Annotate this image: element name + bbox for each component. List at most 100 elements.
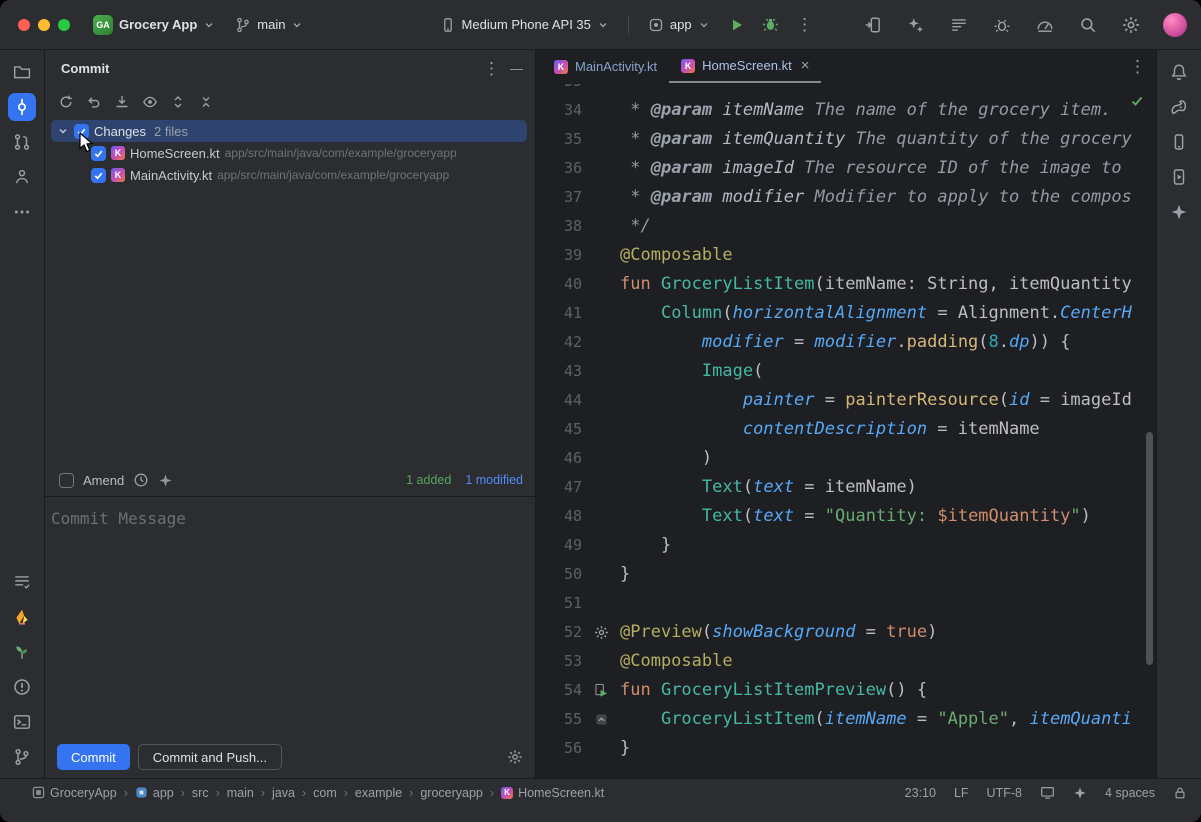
- device-mirror-button[interactable]: [859, 11, 887, 39]
- line-number[interactable]: 34: [536, 96, 582, 125]
- profiler-button[interactable]: [1031, 11, 1059, 39]
- commit-button[interactable]: Commit: [57, 744, 130, 770]
- line-number[interactable]: 44: [536, 386, 582, 415]
- line-number[interactable]: 41: [536, 299, 582, 328]
- ai-assistant-button[interactable]: [902, 11, 930, 39]
- close-window-button[interactable]: [18, 19, 30, 31]
- breadcrumb-item[interactable]: app: [135, 786, 174, 800]
- commit-tool-button[interactable]: [8, 93, 36, 121]
- editor-scrollbar[interactable]: [1146, 432, 1153, 665]
- todo-tool-button[interactable]: [8, 568, 36, 596]
- device-manager-tool-button[interactable]: [1165, 128, 1193, 156]
- problems-tool-button[interactable]: [8, 673, 36, 701]
- pull-requests-tool-button[interactable]: [8, 128, 36, 156]
- line-number[interactable]: 42: [536, 328, 582, 357]
- commit-message-input[interactable]: Commit Message: [45, 496, 535, 736]
- line-number[interactable]: 35: [536, 125, 582, 154]
- line-number[interactable]: 54: [536, 676, 582, 705]
- minimize-window-button[interactable]: [38, 19, 50, 31]
- readonly-lock-icon[interactable]: [1173, 786, 1187, 800]
- debug-button[interactable]: [757, 11, 785, 39]
- shelve-changes-button[interactable]: [109, 90, 135, 114]
- avatar[interactable]: [1163, 13, 1187, 37]
- code-editor[interactable]: 3334 * @param itemName The name of the g…: [536, 84, 1156, 778]
- commit-options-button[interactable]: [507, 749, 523, 765]
- file-checkbox[interactable]: [91, 168, 106, 183]
- breadcrumb-item[interactable]: KHomeScreen.kt: [501, 786, 604, 800]
- breadcrumb-item[interactable]: com: [313, 786, 337, 800]
- run-button[interactable]: [723, 11, 751, 39]
- amend-checkbox[interactable]: [59, 473, 74, 488]
- line-number[interactable]: 33: [536, 84, 582, 96]
- app-links-assistant-tool-button[interactable]: [8, 638, 36, 666]
- running-devices-tool-button[interactable]: [1165, 163, 1193, 191]
- line-number[interactable]: 50: [536, 560, 582, 589]
- breadcrumb-item[interactable]: java: [272, 786, 295, 800]
- line-number[interactable]: 43: [536, 357, 582, 386]
- changed-file-row[interactable]: K MainActivity.kt app/src/main/java/com/…: [51, 164, 527, 186]
- tab-list-button[interactable]: ⋮: [1129, 58, 1146, 75]
- breadcrumb-item[interactable]: groceryapp: [420, 786, 483, 800]
- line-number[interactable]: 40: [536, 270, 582, 299]
- structure-tool-button[interactable]: [8, 163, 36, 191]
- run-more-options-button[interactable]: ⋮: [791, 11, 819, 39]
- run-configuration-selector[interactable]: app: [641, 13, 717, 37]
- ai-commit-message-icon[interactable]: [158, 473, 173, 488]
- project-selector[interactable]: GA Grocery App: [86, 11, 222, 39]
- notifications-tool-button[interactable]: [1165, 58, 1193, 86]
- gemini-tool-button[interactable]: [1165, 198, 1193, 226]
- commit-and-push-button[interactable]: Commit and Push...: [138, 744, 282, 770]
- line-number[interactable]: 51: [536, 589, 582, 618]
- line-number[interactable]: 56: [536, 734, 582, 763]
- inspections-ok-icon[interactable]: [1130, 94, 1144, 108]
- line-number[interactable]: 36: [536, 154, 582, 183]
- zoom-window-button[interactable]: [58, 19, 70, 31]
- expand-all-button[interactable]: [165, 90, 191, 114]
- changes-group-row[interactable]: Changes 2 files: [51, 120, 527, 142]
- branch-selector[interactable]: main: [228, 13, 310, 37]
- hide-panel-button[interactable]: —: [510, 61, 523, 76]
- project-tool-button[interactable]: [8, 58, 36, 86]
- more-tool-windows-button[interactable]: [8, 198, 36, 226]
- indent-setting[interactable]: 4 spaces: [1105, 786, 1155, 800]
- line-number[interactable]: 37: [536, 183, 582, 212]
- collapse-all-button[interactable]: [193, 90, 219, 114]
- run-preview-icon[interactable]: [582, 676, 620, 705]
- terminal-tool-button[interactable]: [8, 708, 36, 736]
- device-selector[interactable]: Medium Phone API 35: [433, 13, 616, 37]
- caret-position[interactable]: 23:10: [905, 786, 936, 800]
- monitor-icon[interactable]: [1040, 785, 1055, 800]
- preview-settings-icon[interactable]: [582, 618, 620, 647]
- settings-button[interactable]: [1117, 11, 1145, 39]
- line-separator[interactable]: LF: [954, 786, 969, 800]
- line-number[interactable]: 49: [536, 531, 582, 560]
- line-number[interactable]: 53: [536, 647, 582, 676]
- changed-file-row[interactable]: K HomeScreen.kt app/src/main/java/com/ex…: [51, 142, 527, 164]
- tab-homescreen[interactable]: K HomeScreen.kt ×: [669, 50, 821, 83]
- breadcrumb-item[interactable]: main: [227, 786, 254, 800]
- version-control-tool-button[interactable]: [8, 743, 36, 771]
- show-diff-button[interactable]: [137, 90, 163, 114]
- breadcrumb-item[interactable]: GroceryApp: [32, 786, 117, 800]
- breadcrumb-item[interactable]: example: [355, 786, 402, 800]
- deploy-preview-icon[interactable]: [582, 705, 620, 734]
- rollback-button[interactable]: [81, 90, 107, 114]
- close-tab-icon[interactable]: ×: [801, 57, 810, 74]
- breadcrumb-item[interactable]: src: [192, 786, 209, 800]
- line-number[interactable]: 39: [536, 241, 582, 270]
- logcat-button[interactable]: [945, 11, 973, 39]
- file-encoding[interactable]: UTF-8: [987, 786, 1022, 800]
- line-number[interactable]: 46: [536, 444, 582, 473]
- commit-panel-options-button[interactable]: ⋮: [483, 60, 500, 77]
- tab-mainactivity[interactable]: K MainActivity.kt: [542, 50, 669, 83]
- gradle-tool-button[interactable]: [1165, 93, 1193, 121]
- line-number[interactable]: 52: [536, 618, 582, 647]
- search-everywhere-button[interactable]: [1074, 11, 1102, 39]
- line-number[interactable]: 45: [536, 415, 582, 444]
- app-quality-insights-tool-button[interactable]: [8, 603, 36, 631]
- gemini-status-icon[interactable]: [1073, 786, 1087, 800]
- history-icon[interactable]: [133, 472, 149, 488]
- refresh-changes-button[interactable]: [53, 90, 79, 114]
- line-number[interactable]: 48: [536, 502, 582, 531]
- app-inspection-button[interactable]: [988, 11, 1016, 39]
